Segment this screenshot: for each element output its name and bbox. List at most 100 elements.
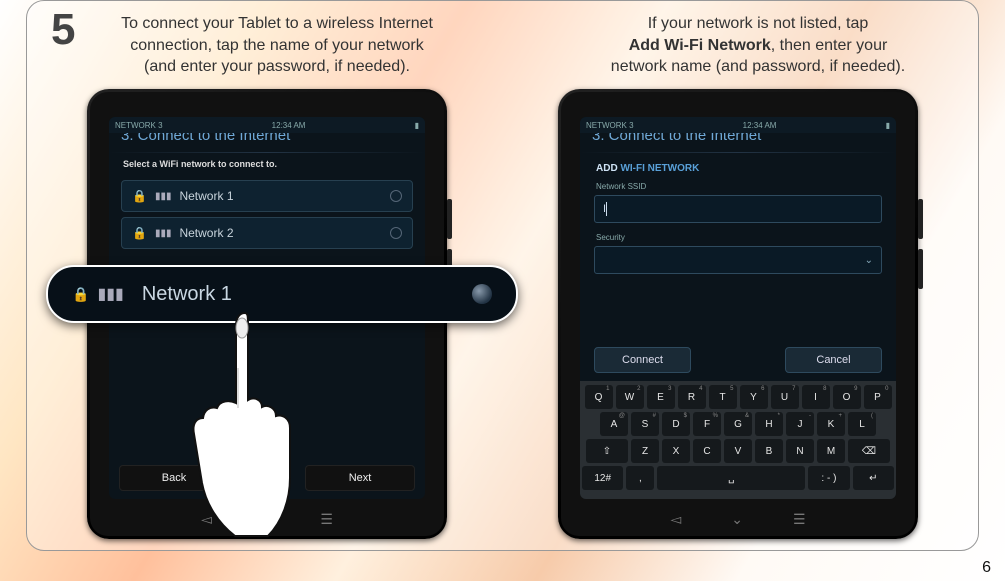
key[interactable]: 9O (833, 385, 861, 409)
keyboard-hide-icon[interactable]: ⌄ (731, 511, 743, 528)
right-instruction: If your network is not listed, tap Add W… (578, 13, 938, 78)
keyboard-row: 12# , ␣ : - ) ↵ (582, 466, 894, 490)
key[interactable]: X (662, 439, 690, 463)
ssid-input[interactable]: I (594, 195, 882, 223)
tablet-side-button (447, 199, 452, 239)
divider (580, 152, 896, 153)
lock-icon: 🔒 (132, 226, 147, 240)
lock-icon: 🔒 (72, 286, 89, 303)
backspace-key[interactable]: ⌫ (848, 439, 890, 463)
key[interactable]: 3E (647, 385, 675, 409)
text-line: To connect your Tablet to a wireless Int… (121, 15, 433, 32)
key[interactable]: $D (662, 412, 690, 436)
emoji-key[interactable]: : - ) (808, 466, 849, 490)
key[interactable]: N (786, 439, 814, 463)
left-instruction: To connect your Tablet to a wireless Int… (107, 13, 447, 78)
menu-soft-icon[interactable]: ☰ (793, 511, 806, 528)
home-soft-icon[interactable]: ⌂ (262, 511, 270, 527)
enter-key[interactable]: ↵ (853, 466, 894, 490)
status-icons: ▮ (415, 121, 419, 130)
key[interactable]: +K (817, 412, 845, 436)
radio-icon (390, 190, 402, 202)
status-icons: ▮ (886, 121, 890, 130)
keyboard-row: ⇧ Z X C V B N M ⌫ (582, 439, 894, 463)
text-bold: Add Wi-Fi Network (629, 37, 771, 54)
symbols-key[interactable]: 12# (582, 466, 623, 490)
lock-icon: 🔒 (132, 189, 147, 203)
key[interactable]: V (724, 439, 752, 463)
shift-key[interactable]: ⇧ (586, 439, 628, 463)
key[interactable]: 6Y (740, 385, 768, 409)
add-wifi-title: ADD WI-FI NETWORK (580, 159, 896, 180)
key[interactable]: M (817, 439, 845, 463)
back-soft-icon[interactable]: ◅ (670, 511, 681, 528)
status-time: 12:34 AM (743, 121, 777, 130)
network-name: Network 1 (179, 189, 233, 203)
callout-network-name: Network 1 (142, 283, 232, 306)
key[interactable]: 5T (709, 385, 737, 409)
wifi-network-row[interactable]: 🔒 ▮▮▮ Network 1 (121, 180, 413, 212)
keyboard-row: @A #S $D %F &G *H -J +K (L (582, 412, 894, 436)
wifi-network-row[interactable]: 🔒 ▮▮▮ Network 2 (121, 217, 413, 249)
key[interactable]: %F (693, 412, 721, 436)
connect-button[interactable]: Connect (594, 347, 691, 373)
text-line: (and enter your password, if needed). (144, 58, 410, 75)
comma-key[interactable]: , (626, 466, 654, 490)
keyboard-row: 1Q 2W 3E 4R 5T 6Y 7U 8I 9O 0P (582, 385, 894, 409)
signal-icon: ▮▮▮ (155, 191, 172, 202)
space-key[interactable]: ␣ (657, 466, 805, 490)
text: ADD (596, 163, 620, 174)
key[interactable]: (L (848, 412, 876, 436)
menu-soft-icon[interactable]: ☰ (320, 511, 333, 528)
dialog-actions: Connect Cancel (594, 347, 882, 373)
text-line: If your network is not listed, tap (648, 15, 869, 32)
security-select[interactable]: ⌄ (594, 246, 882, 274)
network-name: Network 2 (179, 226, 233, 240)
manual-page: 5 To connect your Tablet to a wireless I… (0, 0, 1005, 581)
android-navbar: ◅ ⌂ ☰ (87, 499, 447, 539)
text-cursor (606, 202, 607, 216)
select-prompt: Select a WiFi network to connect to. (109, 159, 425, 175)
radio-icon (472, 284, 492, 304)
key[interactable]: @A (600, 412, 628, 436)
back-button[interactable]: Back (119, 465, 229, 491)
key[interactable]: 7U (771, 385, 799, 409)
next-button[interactable]: Next (305, 465, 415, 491)
text-line: , then enter your (771, 37, 888, 54)
network-row-callout: 🔒 ▮▮▮ Network 1 (46, 265, 518, 323)
radio-icon (390, 227, 402, 239)
key[interactable]: -J (786, 412, 814, 436)
key[interactable]: 4R (678, 385, 706, 409)
text-line: network name (and password, if needed). (611, 58, 905, 75)
key[interactable]: 1Q (585, 385, 613, 409)
status-bar: NETWORK 3 12:34 AM ▮ (109, 117, 425, 133)
divider (109, 152, 425, 153)
key[interactable]: Z (631, 439, 659, 463)
step-number: 5 (51, 5, 75, 55)
key[interactable]: #S (631, 412, 659, 436)
key[interactable]: *H (755, 412, 783, 436)
key[interactable]: 0P (864, 385, 892, 409)
status-carrier: NETWORK 3 (115, 121, 163, 130)
text-bold: WI-FI NETWORK (620, 163, 699, 174)
security-label: Security (580, 231, 896, 244)
back-soft-icon[interactable]: ◅ (201, 511, 212, 528)
on-screen-keyboard: 1Q 2W 3E 4R 5T 6Y 7U 8I 9O 0P @A #S (580, 381, 896, 499)
key[interactable]: &G (724, 412, 752, 436)
tablet-right: NETWORK 3 12:34 AM ▮ 3. Connect to the I… (558, 89, 918, 539)
tablet-side-button (918, 199, 923, 239)
key[interactable]: 2W (616, 385, 644, 409)
ssid-label: Network SSID (580, 180, 896, 193)
status-time: 12:34 AM (272, 121, 306, 130)
android-navbar: ◅ ⌄ ☰ (558, 499, 918, 539)
tablet-side-button (918, 249, 923, 289)
page-number: 6 (982, 559, 991, 577)
key[interactable]: B (755, 439, 783, 463)
key[interactable]: C (693, 439, 721, 463)
chevron-down-icon: ⌄ (865, 255, 873, 266)
key[interactable]: 8I (802, 385, 830, 409)
status-carrier: NETWORK 3 (586, 121, 634, 130)
tablet-screen: NETWORK 3 12:34 AM ▮ 3. Connect to the I… (580, 117, 896, 499)
cancel-button[interactable]: Cancel (785, 347, 882, 373)
signal-icon: ▮▮▮ (155, 228, 172, 239)
